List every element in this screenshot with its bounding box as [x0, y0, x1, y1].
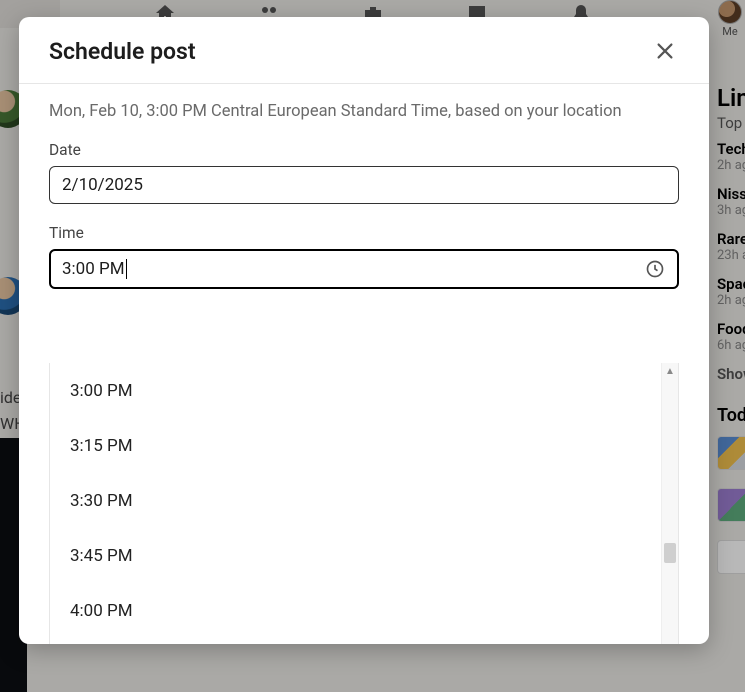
- dropdown-scrollbar[interactable]: ▲ ▼: [661, 363, 678, 644]
- time-input[interactable]: 3:00 PM: [49, 249, 679, 289]
- close-icon: [654, 40, 676, 62]
- text-cursor: [126, 259, 127, 279]
- scroll-up-button[interactable]: ▲: [662, 363, 678, 380]
- time-dropdown: 3:00 PM 3:15 PM 3:30 PM 3:45 PM 4:00 PM …: [49, 363, 679, 644]
- scroll-thumb[interactable]: [664, 543, 676, 563]
- time-dropdown-list: 3:00 PM 3:15 PM 3:30 PM 3:45 PM 4:00 PM …: [50, 363, 661, 644]
- clock-icon[interactable]: [645, 259, 665, 279]
- time-label: Time: [49, 224, 679, 242]
- modal-header: Schedule post: [19, 17, 709, 84]
- modal-body: Mon, Feb 10, 3:00 PM Central European St…: [19, 84, 709, 644]
- time-option[interactable]: 4:15 PM: [50, 638, 661, 644]
- close-button[interactable]: [651, 37, 679, 65]
- time-option[interactable]: 3:45 PM: [50, 528, 661, 583]
- time-option[interactable]: 3:30 PM: [50, 473, 661, 528]
- schedule-post-modal: Schedule post Mon, Feb 10, 3:00 PM Centr…: [19, 17, 709, 644]
- time-option[interactable]: 4:00 PM: [50, 583, 661, 638]
- time-option[interactable]: 3:00 PM: [50, 363, 661, 418]
- timezone-info: Mon, Feb 10, 3:00 PM Central European St…: [49, 102, 679, 121]
- modal-title: Schedule post: [49, 38, 196, 65]
- time-field-wrap: Time 3:00 PM: [49, 224, 679, 289]
- date-input[interactable]: [49, 166, 679, 204]
- time-input-value: 3:00 PM: [62, 259, 125, 279]
- time-option[interactable]: 3:15 PM: [50, 418, 661, 473]
- date-field-wrap: Date: [49, 141, 679, 204]
- date-label: Date: [49, 141, 679, 159]
